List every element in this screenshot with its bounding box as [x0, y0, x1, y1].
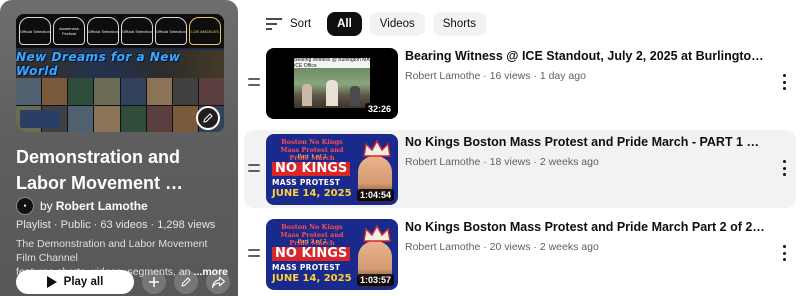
drag-handle-icon[interactable]: [248, 164, 260, 172]
collage-tile: [94, 78, 120, 105]
person-figure: [350, 86, 360, 106]
collage-tile: [42, 78, 68, 105]
festival-laurel: Awareness Festival: [53, 17, 85, 45]
chip-shorts[interactable]: Shorts: [432, 12, 487, 36]
laurel-text: Official Selection: [122, 28, 152, 34]
banner-text: New Dreams for a New World: [16, 50, 181, 78]
description-line: The Demonstration and Labor Movement Fil…: [16, 238, 208, 264]
collage-tile: [94, 105, 120, 132]
channel-name[interactable]: Robert Lamothe: [405, 241, 480, 253]
thumbnail-mid-text: MASS PROTEST: [272, 263, 341, 272]
list-item[interactable]: Boston No Kings Mass Protest and Pride M…: [244, 215, 796, 293]
sort-icon: [266, 18, 282, 30]
collage-tile: [16, 78, 42, 105]
video-thumbnail[interactable]: Boston No Kings Mass Protest and Pride M…: [266, 134, 398, 205]
collage-tile: [68, 105, 94, 132]
channel-name[interactable]: Robert Lamothe: [405, 156, 480, 168]
collage-tile: [68, 78, 94, 105]
thumbnail-big-text: NO KINGS: [272, 162, 351, 176]
duration-badge: 1:03:57: [356, 274, 394, 286]
video-title[interactable]: Bearing Witness @ ICE Standout, July 2, …: [405, 49, 765, 63]
thumbnail-part: Part 2 of 2: [297, 239, 327, 245]
collage-tile: [198, 78, 224, 105]
sort-button[interactable]: Sort: [266, 18, 311, 30]
collage-tile: [120, 78, 146, 105]
playlist-title: Demonstration and Labor Movement …: [16, 147, 184, 193]
channel-logo-badge: [20, 110, 60, 128]
thumbnail-part: Part 1 of 2: [297, 154, 327, 160]
playlist-owner[interactable]: ● by Robert Lamothe: [16, 197, 148, 215]
more-vertical-icon[interactable]: [780, 74, 788, 90]
list-item[interactable]: Bearing Witness @ Burlington MA ICE Offi…: [244, 44, 796, 122]
add-to-playlist-button[interactable]: [142, 270, 166, 294]
pencil-icon: [181, 277, 191, 287]
festival-laurel: Official Selection: [19, 17, 51, 45]
person-figure: [326, 80, 338, 106]
thumbnail-big-text: NO KINGS: [272, 247, 351, 261]
laurel-text: Awareness Festival: [59, 26, 79, 36]
festival-laurel: LOS ANGELES: [189, 17, 221, 45]
collage-tile: [146, 78, 172, 105]
crown-icon: [363, 225, 391, 242]
laurels-strip: Official Selection Awareness Festival Of…: [16, 14, 224, 48]
video-thumbnail[interactable]: Boston No Kings Mass Protest and Pride M…: [266, 219, 398, 290]
thumbnail-banner: New Dreams for a New World: [16, 50, 224, 78]
video-stats: 16 views · 1 day ago: [489, 70, 586, 82]
filter-bar: Sort All Videos Shorts: [266, 12, 487, 36]
drag-handle-icon[interactable]: [248, 78, 260, 86]
video-meta: Robert Lamothe · 20 views · 2 weeks ago: [405, 241, 599, 253]
laurel-text: Official Selection: [20, 28, 50, 34]
drag-handle-icon[interactable]: [248, 249, 260, 257]
more-vertical-icon[interactable]: [780, 160, 788, 176]
video-meta: Robert Lamothe · 16 views · 1 day ago: [405, 70, 586, 82]
play-all-button[interactable]: Play all: [16, 270, 134, 294]
edit-playlist-button[interactable]: [174, 270, 198, 294]
festival-laurel: Official Selection: [87, 17, 119, 45]
laurel-text: Official Selection: [156, 28, 186, 34]
play-icon: [46, 276, 57, 288]
person-figure: [302, 84, 312, 106]
video-title[interactable]: No Kings Boston Mass Protest and Pride M…: [405, 220, 765, 234]
crown-icon: [363, 140, 391, 157]
share-playlist-button[interactable]: [206, 270, 230, 294]
more-vertical-icon[interactable]: [780, 245, 788, 261]
play-all-label: Play all: [63, 276, 104, 288]
playlist-meta: Playlist · Public · 63 videos · 1,298 vi…: [16, 219, 216, 231]
edit-thumbnail-button[interactable]: [196, 106, 220, 130]
laurel-text: Official Selection: [88, 28, 118, 34]
video-stats: 20 views · 2 weeks ago: [489, 241, 599, 253]
channel-name[interactable]: Robert Lamothe: [405, 70, 480, 82]
owner-name[interactable]: Robert Lamothe: [56, 199, 148, 213]
list-item[interactable]: Boston No Kings Mass Protest and Pride M…: [244, 130, 796, 208]
video-stats: 18 views · 2 weeks ago: [489, 156, 599, 168]
share-icon: [211, 276, 225, 288]
plus-icon: [149, 277, 159, 287]
duration-badge: 1:04:54: [356, 189, 394, 201]
sort-label: Sort: [290, 18, 312, 30]
video-thumbnail[interactable]: Bearing Witness @ Burlington MA ICE Offi…: [266, 48, 398, 119]
thumbnail-caption: Bearing Witness @ Burlington MA ICE Offi…: [294, 57, 370, 69]
collage-tile: [146, 105, 172, 132]
festival-laurel: Official Selection: [155, 17, 187, 45]
pencil-icon: [203, 113, 213, 123]
chip-all[interactable]: All: [327, 12, 362, 36]
thumbnail-date: JUNE 14, 2025: [272, 188, 352, 199]
avatar-glyph: ●: [23, 203, 27, 209]
video-title[interactable]: No Kings Boston Mass Protest and Pride M…: [405, 135, 765, 149]
thumbnail-date: JUNE 14, 2025: [272, 273, 352, 284]
playlist-actions: Play all: [16, 270, 238, 294]
playlist-thumbnail[interactable]: Official Selection Awareness Festival Of…: [16, 14, 224, 132]
owner-prefix: by: [40, 199, 53, 213]
festival-laurel: Official Selection: [121, 17, 153, 45]
chip-videos[interactable]: Videos: [369, 12, 425, 36]
collage-tile: [172, 105, 198, 132]
thumbnail-mid-text: MASS PROTEST: [272, 178, 341, 187]
collage-tile: [120, 105, 146, 132]
avatar[interactable]: ●: [16, 197, 34, 215]
duration-badge: 32:26: [364, 103, 394, 115]
laurel-text: LOS ANGELES: [191, 28, 219, 34]
collage-tile: [172, 78, 198, 105]
playlist-header-panel: Official Selection Awareness Festival Of…: [0, 0, 238, 296]
video-meta: Robert Lamothe · 18 views · 2 weeks ago: [405, 156, 599, 168]
